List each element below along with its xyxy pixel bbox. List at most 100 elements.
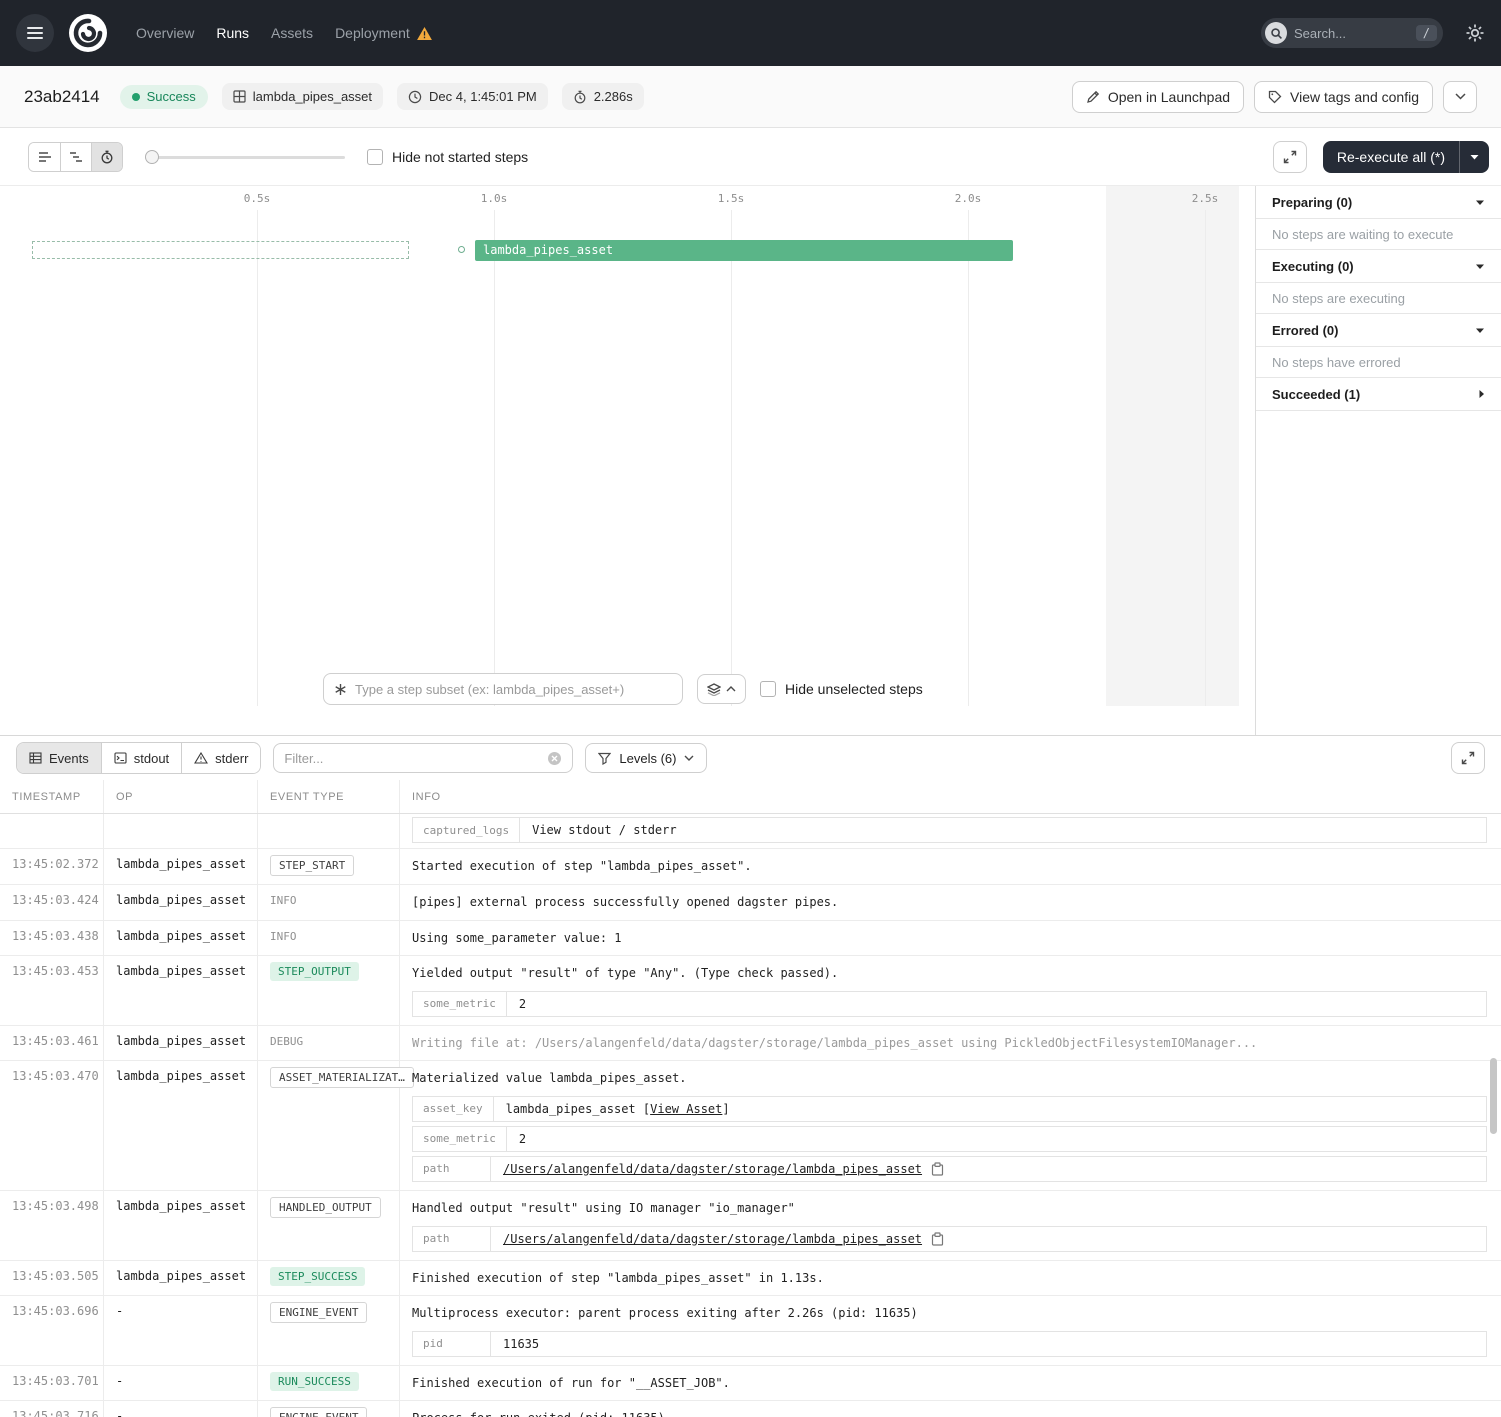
gantt-fullscreen-button[interactable] xyxy=(1273,141,1307,173)
run-actions-menu-button[interactable] xyxy=(1443,81,1477,113)
event-info-text: Materialized value lambda_pipes_asset. xyxy=(412,1067,1487,1088)
global-search[interactable]: / xyxy=(1261,18,1443,48)
nav-item-assets[interactable]: Assets xyxy=(271,25,313,41)
flat-view-button[interactable] xyxy=(29,143,60,171)
event-type-badge: STEP_OUTPUT xyxy=(270,962,359,981)
log-row: captured_logsView stdout / stderr xyxy=(0,814,1501,849)
copy-path-icon[interactable] xyxy=(931,1162,944,1176)
dagster-logo-icon[interactable] xyxy=(68,13,108,53)
gantt-step-bar[interactable]: lambda_pipes_asset xyxy=(475,240,1013,261)
nav-item-deployment[interactable]: Deployment xyxy=(335,25,432,41)
status-section-succeeded[interactable]: Succeeded (1) xyxy=(1256,378,1501,411)
run-asset-tag[interactable]: lambda_pipes_asset xyxy=(222,83,383,110)
info-cell: Finished execution of step "lambda_pipes… xyxy=(400,1261,1501,1296)
status-section-title: Preparing (0) xyxy=(1272,195,1352,210)
hide-not-started-checkbox[interactable] xyxy=(367,149,383,165)
metadata-link[interactable]: View Asset xyxy=(650,1102,722,1116)
metadata-key: some_metric xyxy=(413,1127,507,1151)
log-filter-input[interactable] xyxy=(284,751,539,766)
event-info-text: Finished execution of run for "__ASSET_J… xyxy=(412,1372,1487,1393)
timestamp: 13:45:03.461 xyxy=(12,1034,99,1048)
timestamp-cell: 13:45:03.701 xyxy=(0,1366,104,1401)
tab-label: stderr xyxy=(215,751,248,766)
reexecute-menu-button[interactable] xyxy=(1459,141,1489,173)
tab-events[interactable]: Events xyxy=(17,743,101,773)
hide-not-started-row: Hide not started steps xyxy=(367,149,528,165)
op-name: lambda_pipes_asset xyxy=(116,1034,246,1048)
op-selector-icon xyxy=(334,683,347,696)
clear-filter-icon[interactable] xyxy=(547,751,562,766)
log-row: 13:45:03.716-ENGINE_EVENTProcess for run… xyxy=(0,1401,1501,1417)
event-type-badge: HANDLED_OUTPUT xyxy=(270,1197,381,1218)
tab-label: stdout xyxy=(134,751,169,766)
event-info-text: [pipes] external process successfully op… xyxy=(412,891,1487,912)
metadata-text[interactable]: View stdout / stderr xyxy=(532,823,677,837)
metadata-value: 2 xyxy=(507,992,1486,1016)
step-subset-input[interactable] xyxy=(355,682,672,697)
tab-stderr[interactable]: stderr xyxy=(181,743,260,773)
reexecute-split-button: Re-execute all (*) xyxy=(1323,141,1489,173)
event-info-text: Using some_parameter value: 1 xyxy=(412,927,1487,948)
status-section-title: Errored (0) xyxy=(1272,323,1338,338)
metadata-link[interactable]: /Users/alangenfeld/data/dagster/storage/… xyxy=(503,1162,922,1176)
op-name: - xyxy=(116,1304,123,1318)
timestamp-cell: 13:45:03.470 xyxy=(0,1061,104,1190)
axis-tick-label: 1.5s xyxy=(718,192,745,205)
gantt-chart: lambda_pipes_asset Hide unselected steps xyxy=(0,186,1255,735)
metadata-entry: some_metric 2 xyxy=(412,1126,1487,1152)
timing-view-button[interactable] xyxy=(91,143,122,171)
hide-unselected-row: Hide unselected steps xyxy=(760,681,923,697)
axis-gridline xyxy=(1205,210,1206,706)
settings-gear-icon[interactable] xyxy=(1465,23,1485,43)
event-info-text: Writing file at: /Users/alangenfeld/data… xyxy=(412,1032,1487,1053)
status-section-executing[interactable]: Executing (0) xyxy=(1256,250,1501,283)
chevron-down-icon xyxy=(1475,199,1485,206)
col-header-op: OP xyxy=(104,780,258,813)
reexecute-all-button[interactable]: Re-execute all (*) xyxy=(1323,149,1459,165)
menu-icon[interactable] xyxy=(16,14,54,52)
op-cell: - xyxy=(104,1366,258,1401)
metadata-link[interactable]: /Users/alangenfeld/data/dagster/storage/… xyxy=(503,1232,922,1246)
event-type-cell: INFO xyxy=(258,885,400,920)
view-tags-config-button[interactable]: View tags and config xyxy=(1254,81,1433,113)
deployment-warning-icon xyxy=(417,27,432,40)
info-cell: Process for run exited (pid: 11635). xyxy=(400,1401,1501,1417)
log-fullscreen-button[interactable] xyxy=(1451,742,1485,774)
status-section-errored[interactable]: Errored (0) xyxy=(1256,314,1501,347)
metadata-value: lambda_pipes_asset [View Asset] xyxy=(494,1097,1486,1121)
metadata-value: 11635 xyxy=(491,1332,1486,1356)
metadata-link-wrap: /Users/alangenfeld/data/dagster/storage/… xyxy=(503,1232,922,1246)
slider-knob[interactable] xyxy=(145,150,159,164)
waterfall-view-button[interactable] xyxy=(60,143,91,171)
copy-path-icon[interactable] xyxy=(931,1232,944,1246)
timestamp: 13:45:03.438 xyxy=(12,929,99,943)
tab-stdout[interactable]: stdout xyxy=(101,743,181,773)
event-type-cell: STEP_OUTPUT xyxy=(258,956,400,1025)
search-input[interactable] xyxy=(1294,26,1409,41)
metadata-link-wrap: [View Asset] xyxy=(636,1102,730,1116)
nav-item-overview[interactable]: Overview xyxy=(136,25,194,41)
scrollbar-thumb[interactable] xyxy=(1490,1058,1497,1134)
metadata-entry: some_metric2 xyxy=(412,991,1487,1017)
run-status-badge: Success xyxy=(120,85,208,109)
op-name: lambda_pipes_asset xyxy=(116,857,246,871)
log-row: 13:45:03.424lambda_pipes_assetINFO[pipes… xyxy=(0,885,1501,921)
graph-query-toggle-button[interactable] xyxy=(697,674,746,704)
hide-unselected-checkbox[interactable] xyxy=(760,681,776,697)
job-grid-icon xyxy=(233,90,246,103)
info-cell: Materialized value lambda_pipes_asset.as… xyxy=(400,1061,1501,1190)
op-name: lambda_pipes_asset xyxy=(116,1269,246,1283)
zoom-slider[interactable] xyxy=(145,150,345,164)
metadata-text: 2 xyxy=(519,1132,526,1146)
event-info-text: Multiprocess executor: parent process ex… xyxy=(412,1302,1487,1323)
event-type-cell: DEBUG xyxy=(258,1026,400,1061)
open-in-launchpad-button[interactable]: Open in Launchpad xyxy=(1072,81,1244,113)
status-section-title: Executing (0) xyxy=(1272,259,1354,274)
op-cell: - xyxy=(104,1401,258,1417)
op-cell: lambda_pipes_asset xyxy=(104,921,258,956)
event-type-cell: ENGINE_EVENT xyxy=(258,1296,400,1365)
nav-item-runs[interactable]: Runs xyxy=(216,25,249,41)
status-section-preparing[interactable]: Preparing (0) xyxy=(1256,186,1501,219)
levels-filter-button[interactable]: Levels (6) xyxy=(585,743,707,773)
event-type-cell: ENGINE_EVENT xyxy=(258,1401,400,1417)
